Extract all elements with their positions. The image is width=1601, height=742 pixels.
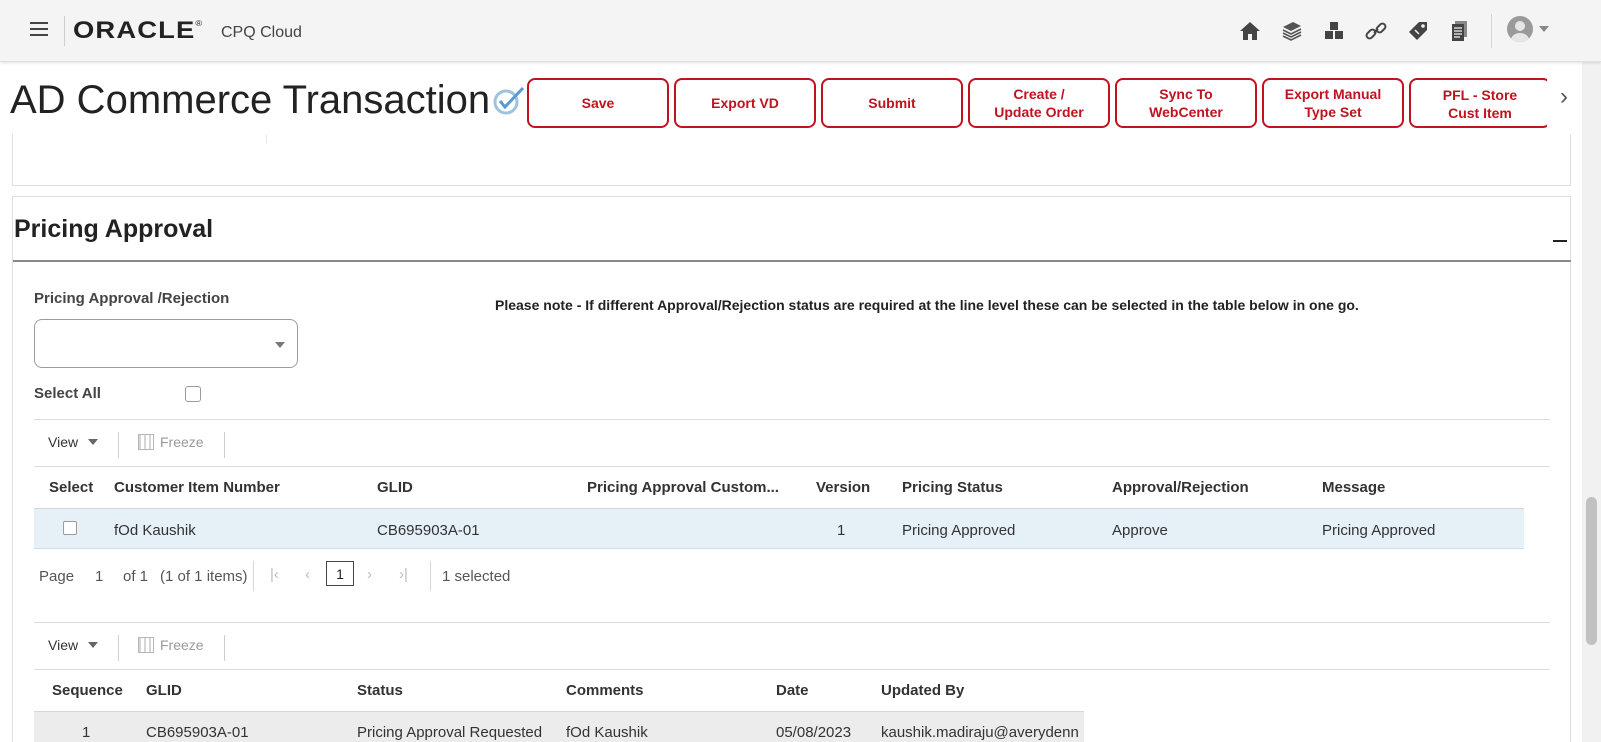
freeze-button[interactable]: Freeze xyxy=(160,637,204,653)
column-header[interactable]: Customer Item Number xyxy=(114,479,280,496)
glid-cell: CB695903A-01 xyxy=(146,724,249,741)
chevron-down-icon xyxy=(275,342,285,348)
divider xyxy=(266,135,267,143)
prev-page-icon[interactable]: ‹ xyxy=(305,566,310,583)
freeze-button[interactable]: Freeze xyxy=(160,434,204,450)
approval-cell: Approve xyxy=(1112,522,1168,539)
submit-button[interactable]: Submit xyxy=(821,78,963,128)
select-all-label: Select All xyxy=(34,385,101,402)
message-cell: Pricing Approved xyxy=(1322,522,1436,539)
pricing-approval-select[interactable] xyxy=(34,319,298,368)
select-all-checkbox[interactable] xyxy=(185,386,201,402)
column-header[interactable]: Sequence xyxy=(52,682,123,699)
export-manual-type-set-button[interactable]: Export Manual Type Set xyxy=(1262,78,1404,128)
divider xyxy=(118,432,119,458)
avatar[interactable] xyxy=(1507,16,1533,42)
pricing-status-cell: Pricing Approved xyxy=(902,522,1016,539)
product-name: CPQ Cloud xyxy=(221,24,302,41)
divider xyxy=(1491,14,1492,48)
next-page-icon[interactable]: › xyxy=(367,566,372,583)
status-cell: Pricing Approval Requested xyxy=(357,724,543,741)
scrollbar-thumb[interactable] xyxy=(1586,497,1597,645)
pager-of: of 1 xyxy=(123,568,149,585)
column-header[interactable]: Message xyxy=(1322,479,1385,496)
view-menu[interactable]: View xyxy=(48,434,78,450)
divider xyxy=(118,635,119,661)
first-page-icon[interactable]: |‹ xyxy=(270,566,279,583)
column-header[interactable]: Select xyxy=(49,479,93,496)
table-row[interactable] xyxy=(34,509,1524,549)
divider xyxy=(224,635,225,661)
create-update-order-button[interactable]: Create / Update Order xyxy=(968,78,1110,128)
home-icon[interactable] xyxy=(1235,16,1265,46)
action-buttons: Save Export VD Submit Create / Update Or… xyxy=(527,78,1547,130)
pager-page-input[interactable]: 1 xyxy=(95,568,103,585)
pricing-approval-label: Pricing Approval /Rejection xyxy=(34,290,230,307)
save-button[interactable]: Save xyxy=(527,78,669,128)
documents-icon[interactable] xyxy=(1445,16,1475,46)
comments-cell: fOd Kaushik xyxy=(566,724,648,741)
glid-cell: CB695903A-01 xyxy=(377,522,480,539)
last-page-icon[interactable]: ›| xyxy=(399,566,408,583)
updated-by-cell: kaushik.madiraju@averydenn xyxy=(881,724,1079,741)
column-header[interactable]: Approval/Rejection xyxy=(1112,479,1249,496)
chevron-down-icon[interactable] xyxy=(88,439,98,445)
column-header[interactable]: Pricing Status xyxy=(902,479,1003,496)
divider xyxy=(224,432,225,458)
pager-current-page[interactable]: 1 xyxy=(326,561,354,586)
date-cell: 05/08/2023 xyxy=(776,724,852,741)
view-menu[interactable]: View xyxy=(48,637,78,653)
column-header[interactable]: Status xyxy=(357,682,403,699)
chevron-down-icon[interactable] xyxy=(1539,26,1549,32)
divider xyxy=(253,561,254,591)
chevron-down-icon[interactable] xyxy=(88,642,98,648)
version-cell: 1 xyxy=(837,522,846,539)
chevron-right-icon[interactable]: › xyxy=(1552,82,1576,112)
approval-note: Please note - If different Approval/Reje… xyxy=(495,297,1359,313)
oracle-logo[interactable]: ORACLE® xyxy=(73,17,203,45)
column-header[interactable]: Date xyxy=(776,682,809,699)
column-header[interactable]: Version xyxy=(816,479,870,496)
table-toolbar: View Freeze xyxy=(34,419,1550,467)
column-header[interactable]: GLID xyxy=(146,682,182,699)
sequence-cell: 1 xyxy=(82,724,91,741)
export-vd-button[interactable]: Export VD xyxy=(674,78,816,128)
divider xyxy=(430,561,431,591)
column-header[interactable]: Updated By xyxy=(881,682,964,699)
row-select-checkbox[interactable] xyxy=(63,521,77,535)
refresh-check-icon[interactable] xyxy=(490,82,526,118)
history-toolbar: View Freeze xyxy=(34,622,1550,670)
column-header[interactable]: Comments xyxy=(566,682,644,699)
customer-item-cell: fOd Kaushik xyxy=(114,522,196,539)
top-bar: ORACLE® CPQ Cloud xyxy=(0,0,1601,62)
section-title: Pricing Approval xyxy=(14,215,214,243)
column-header[interactable]: GLID xyxy=(377,479,413,496)
section-divider xyxy=(13,260,1571,262)
page-header: AD Commerce Transaction Save Export VD S… xyxy=(0,62,1582,134)
pfl-store-cust-item-button[interactable]: PFL - Store Cust Item Excel Template xyxy=(1409,78,1547,128)
column-header[interactable]: Pricing Approval Custom... xyxy=(587,479,782,496)
top-nav-icons xyxy=(1235,16,1475,46)
pager-items: (1 of 1 items) xyxy=(160,568,248,585)
blocks-icon[interactable] xyxy=(1319,16,1349,46)
divider xyxy=(64,16,65,46)
selected-count: 1 selected xyxy=(442,568,511,585)
tag-icon[interactable] xyxy=(1403,16,1433,46)
freeze-icon[interactable] xyxy=(138,637,154,653)
stack-icon[interactable] xyxy=(1277,16,1307,46)
link-icon[interactable] xyxy=(1361,16,1391,46)
freeze-icon[interactable] xyxy=(138,434,154,450)
sync-to-webcenter-button[interactable]: Sync To WebCenter xyxy=(1115,78,1257,128)
page-title: AD Commerce Transaction xyxy=(10,78,491,122)
collapse-button[interactable] xyxy=(1550,222,1568,244)
menu-icon[interactable] xyxy=(30,22,48,36)
pager-page-label: Page xyxy=(39,568,75,585)
